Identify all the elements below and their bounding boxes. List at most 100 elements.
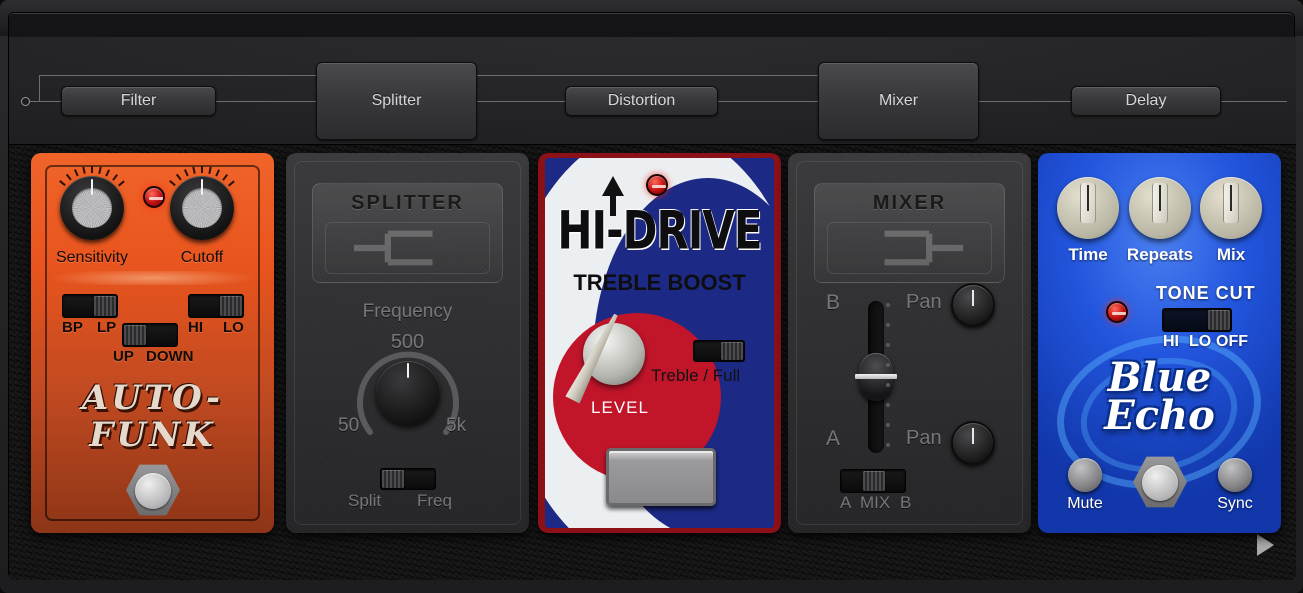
sensitivity-knob[interactable] (60, 176, 124, 240)
ab-fader-track[interactable] (868, 301, 884, 453)
mixer-badge: MIXER (814, 183, 1005, 283)
chain-wire (718, 101, 818, 102)
pedal-mixer[interactable]: MIXER B A Pan Pan (788, 153, 1031, 533)
chain-wire (39, 75, 40, 102)
chain-wire (477, 101, 565, 102)
chain-node-distortion[interactable]: Distortion (565, 86, 718, 116)
signal-chain-bar: Filter Splitter Distortion Mixer Delay (9, 37, 1296, 145)
switch-nub (94, 296, 116, 316)
bypass-footswitch[interactable] (1133, 455, 1187, 509)
plugin-window: Filter Splitter Distortion Mixer Delay (0, 0, 1303, 593)
cutoff-label: Cutoff (157, 249, 247, 267)
mix-label: Mix (1186, 245, 1276, 265)
pedalboard: Filter Splitter Distortion Mixer Delay (8, 12, 1295, 579)
switch-nub (124, 325, 146, 345)
mixer-routing-icon (827, 222, 992, 274)
chain-node-delay[interactable]: Delay (1071, 86, 1221, 116)
chain-wire (979, 101, 1071, 102)
tone-cut-hi-label: HI (1163, 333, 1179, 351)
fader-scale (886, 303, 890, 463)
mute-label: Mute (1046, 495, 1124, 513)
split-freq-switch[interactable] (380, 468, 436, 490)
pedal-logo-line2: FUNK (31, 415, 274, 455)
frequency-max-tick: 5k (446, 415, 466, 437)
splitter-badge: SPLITTER (312, 183, 503, 283)
splitter-title: SPLITTER (313, 192, 502, 215)
input-jack-icon[interactable] (21, 97, 30, 106)
pedal-splitter[interactable]: SPLITTER Frequency 500 50 5k Split (286, 153, 529, 533)
bp-label: BP (62, 319, 83, 336)
tone-cut-switch[interactable] (1162, 308, 1232, 332)
power-led-icon (1106, 301, 1128, 323)
tone-cut-lo-label: LO (1189, 333, 1211, 351)
frequency-knob[interactable] (376, 361, 440, 425)
hi-lo-switch[interactable] (188, 294, 244, 318)
pedal-face: HI-DRIVE TREBLE BOOST LEVEL Treble / Ful… (545, 158, 774, 528)
up-down-switch[interactable] (122, 323, 178, 347)
mix-knob[interactable] (1200, 177, 1262, 239)
switch-nub (382, 470, 404, 488)
split-label: Split (348, 491, 381, 511)
lo-label: LO (223, 319, 244, 336)
frequency-mid-tick: 500 (286, 331, 529, 354)
level-label: LEVEL (565, 398, 675, 418)
chain-node-label: Distortion (608, 92, 676, 110)
a-mix-b-switch[interactable] (840, 469, 906, 493)
pedal-blue-echo[interactable]: Time Repeats Mix TONE CUT HI LO OFF Blue… (1038, 153, 1281, 533)
chain-wire (30, 101, 61, 102)
splitter-routing-icon (325, 222, 490, 274)
mixer-mix-label: MIX (860, 493, 890, 513)
knob-pointer (1230, 185, 1232, 211)
switch-nub (721, 342, 743, 360)
chain-wire (1221, 101, 1287, 102)
fader-top-label: B (826, 291, 840, 315)
chain-node-splitter[interactable]: Splitter (316, 62, 477, 140)
mixer-routing-glyph (828, 223, 991, 273)
treble-full-label: Treble / Full (651, 366, 740, 386)
mute-footswitch[interactable] (1068, 458, 1102, 492)
sensitivity-label: Sensitivity (41, 249, 143, 267)
switch-nub (863, 471, 885, 491)
bypass-footswitch[interactable] (126, 463, 180, 517)
frequency-label: Frequency (286, 301, 529, 323)
tone-cut-off-label: OFF (1216, 333, 1248, 351)
knob-pointer (1087, 185, 1089, 211)
up-arrow-icon (602, 176, 624, 196)
pan-bottom-knob[interactable] (951, 421, 995, 465)
lp-label: LP (97, 319, 116, 336)
hi-drive-title: HI-DRIVE (545, 200, 774, 261)
next-page-arrow-icon[interactable] (1257, 534, 1274, 556)
switch-nub (220, 296, 242, 316)
pedal-auto-funk[interactable]: Sensitivity Cutoff BP LP (31, 153, 274, 533)
sync-label: Sync (1196, 495, 1274, 513)
cutoff-knob[interactable] (170, 176, 234, 240)
tone-cut-title: TONE CUT (1156, 283, 1256, 304)
splitter-routing-glyph (326, 223, 489, 273)
pedal-logo-line2: Echo (1038, 397, 1281, 435)
pan-top-knob[interactable] (951, 283, 995, 327)
sync-footswitch[interactable] (1218, 458, 1252, 492)
knob-pointer (91, 179, 93, 195)
chain-node-label: Mixer (879, 92, 918, 110)
chain-node-mixer[interactable]: Mixer (818, 62, 979, 140)
knob-pointer (1159, 185, 1161, 211)
power-led-icon (646, 174, 668, 196)
bypass-stomp-plate[interactable] (606, 448, 716, 506)
repeats-knob[interactable] (1129, 177, 1191, 239)
bp-lp-switch[interactable] (62, 294, 118, 318)
fader-bottom-label: A (826, 427, 840, 451)
chain-wire (475, 75, 837, 76)
pan-bottom-label: Pan (906, 427, 942, 450)
mixer-a-label: A (840, 493, 851, 513)
mixer-title: MIXER (815, 192, 1004, 215)
treble-full-switch[interactable] (693, 340, 745, 362)
chain-node-label: Delay (1126, 92, 1167, 110)
time-knob[interactable] (1057, 177, 1119, 239)
chain-node-label: Filter (121, 92, 157, 110)
knob-pointer (201, 179, 203, 195)
up-label: UP (113, 348, 134, 365)
mixer-b-label: B (900, 493, 911, 513)
chain-node-filter[interactable]: Filter (61, 86, 216, 116)
knob-pointer (972, 290, 974, 306)
pedal-hi-drive[interactable]: HI-DRIVE TREBLE BOOST LEVEL Treble / Ful… (538, 153, 781, 533)
